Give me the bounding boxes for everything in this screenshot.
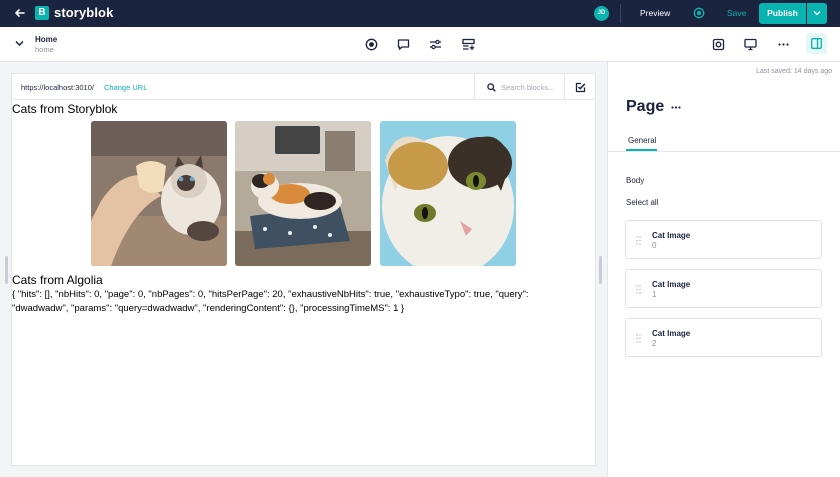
more-icon[interactable] [777, 38, 790, 51]
heading-algolia: Cats from Algolia [12, 273, 103, 287]
cat-image-0[interactable] [91, 121, 227, 266]
cat-photo [380, 121, 516, 266]
device-icon[interactable] [712, 38, 725, 51]
layout-panel-button[interactable] [806, 33, 827, 54]
preview-button[interactable]: Preview [640, 8, 670, 18]
story-title[interactable]: Home [35, 35, 57, 44]
body-field-label: Body [626, 176, 645, 185]
cat-image-2[interactable] [380, 121, 516, 266]
search-icon [487, 83, 496, 92]
block-card-index: 0 [652, 241, 657, 250]
brand-name: storyblok [54, 5, 114, 20]
block-card-title: Cat Image [652, 280, 691, 289]
publish-button[interactable]: Publish [759, 3, 806, 24]
preview-frame: https://localhost:3010/ Change URL Searc… [12, 74, 595, 465]
storyblok-logo-icon[interactable]: B [35, 6, 49, 20]
algolia-json-output: "dwadwadw", "params": "query=dwadwadw", … [12, 303, 405, 314]
view-toggle-icon[interactable] [693, 7, 705, 19]
monitor-icon[interactable] [744, 38, 757, 51]
back-arrow-icon[interactable] [13, 6, 27, 20]
resize-handle-left[interactable] [5, 256, 8, 284]
add-blocks-icon[interactable] [462, 38, 475, 51]
cat-photo [91, 121, 227, 266]
comment-icon[interactable] [397, 38, 410, 51]
select-all-link[interactable]: Select all [626, 198, 658, 207]
chevron-down-icon [813, 11, 821, 16]
user-avatar[interactable]: JD [594, 6, 609, 21]
block-card-index: 2 [652, 339, 657, 348]
url-bar: https://localhost:3010/ Change URL Searc… [12, 74, 595, 100]
divider [620, 4, 621, 23]
divider [608, 151, 840, 152]
drag-handle-icon[interactable] [636, 285, 641, 294]
search-placeholder: Search blocks... [501, 83, 555, 92]
target-icon[interactable] [365, 38, 378, 51]
change-url-link[interactable]: Change URL [104, 83, 147, 92]
chevron-down-icon[interactable] [15, 40, 24, 47]
block-card[interactable]: Cat Image 2 [625, 318, 822, 357]
publish-options-button[interactable] [807, 3, 827, 24]
save-button[interactable]: Save [727, 8, 746, 18]
block-card[interactable]: Cat Image 1 [625, 269, 822, 308]
last-saved-status: Last saved: 14 days ago [756, 68, 832, 75]
block-card[interactable]: Cat Image 0 [625, 220, 822, 259]
more-icon[interactable] [671, 106, 681, 109]
cat-image-1[interactable] [235, 121, 371, 266]
block-card-title: Cat Image [652, 329, 691, 338]
block-card-index: 1 [652, 290, 657, 299]
panel-title: Page [626, 98, 665, 115]
block-card-title: Cat Image [652, 231, 691, 240]
resize-handle-right[interactable] [599, 256, 602, 284]
heading-storyblok: Cats from Storyblok [12, 102, 118, 116]
drag-handle-icon[interactable] [636, 236, 641, 245]
content-panel: Last saved: 14 days ago Page General Bod… [607, 62, 840, 477]
story-slug: home [35, 45, 54, 54]
checkbox-edit-icon [575, 82, 586, 93]
search-blocks-input[interactable]: Search blocks... [474, 74, 564, 100]
select-mode-button[interactable] [564, 74, 595, 100]
preview-url: https://localhost:3010/ [21, 83, 94, 92]
sliders-icon[interactable] [429, 38, 442, 51]
cat-photo [235, 121, 371, 266]
algolia-json-output: { "hits": [], "nbHits": 0, "page": 0, "n… [12, 289, 529, 300]
tab-general[interactable]: General [628, 136, 656, 145]
drag-handle-icon[interactable] [636, 334, 641, 343]
editor-toolbar: Home home [0, 27, 840, 62]
layout-panel-icon [811, 38, 822, 49]
top-nav-bar: B storyblok JD Preview Save Publish [0, 0, 840, 27]
